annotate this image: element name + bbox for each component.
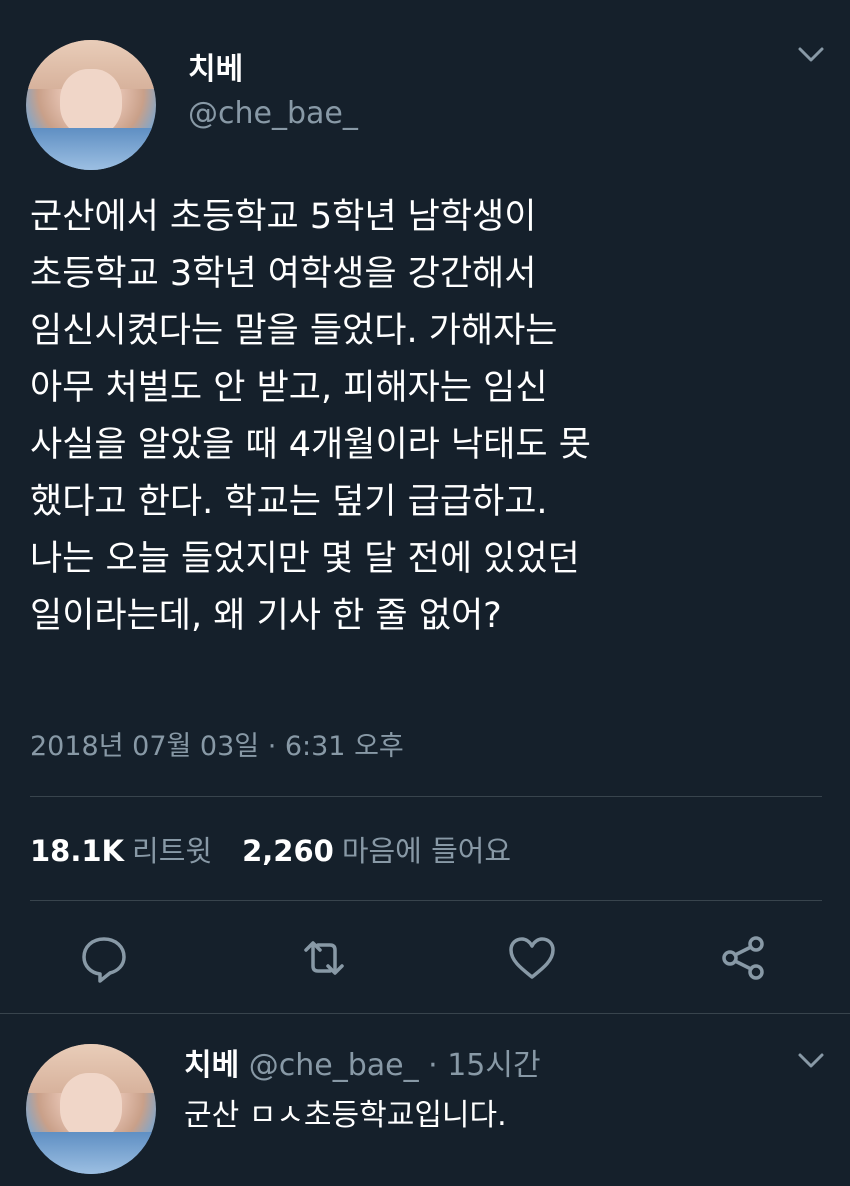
tweet-line: 군산에서 초등학교 5학년 남학생이 (30, 197, 537, 237)
divider (30, 900, 822, 901)
like-icon[interactable] (504, 930, 560, 986)
avatar[interactable] (26, 40, 156, 170)
retweets-count[interactable]: 18.1K (30, 834, 124, 868)
reply-header: 치베 @che_bae_ · 15시간 (184, 1040, 541, 1084)
retweet-icon[interactable] (296, 930, 352, 986)
tweet-line: 임신시켰다는 말을 들었다. 가해자는 (30, 311, 558, 351)
tweet-line: 했다고 한다. 학교는 덮기 급급하고. (30, 482, 548, 522)
avatar-shirt (26, 1132, 156, 1174)
avatar-shirt (26, 128, 156, 170)
likes-count[interactable]: 2,260 (242, 834, 334, 868)
reply-avatar[interactable] (26, 1044, 156, 1174)
reply-text: 군산 ㅁㅅ초등학교입니다. (184, 1098, 507, 1133)
divider (0, 1013, 850, 1014)
chevron-down-icon[interactable] (797, 42, 825, 70)
chevron-down-icon[interactable] (797, 1048, 825, 1076)
avatar-face (59, 68, 123, 137)
reply-display-name[interactable]: 치베 (184, 1048, 239, 1083)
display-name[interactable]: 치베 (188, 44, 243, 88)
tweet-stats: 18.1K 리트윗 2,260 마음에 들어요 (30, 828, 511, 870)
divider (30, 796, 822, 797)
tweet-line: 아무 처벌도 안 받고, 피해자는 임신 (30, 368, 548, 408)
share-icon[interactable] (716, 930, 772, 986)
reply-icon[interactable] (76, 930, 132, 986)
user-handle[interactable]: @che_bae_ (188, 96, 358, 131)
avatar-face (59, 1072, 123, 1141)
tweet-line: 일이라는데, 왜 기사 한 줄 없어? (30, 596, 502, 636)
tweet-timestamp: 2018년 07월 03일 · 6:31 오후 (30, 731, 404, 762)
retweets-label[interactable]: 리트윗 (132, 834, 212, 868)
tweet-text: 군산에서 초등학교 5학년 남학생이 초등학교 3학년 여학생을 강간해서 임신… (30, 189, 830, 645)
tweet-line: 초등학교 3학년 여학생을 강간해서 (30, 254, 537, 294)
likes-label[interactable]: 마음에 들어요 (342, 834, 511, 868)
reply-meta: @che_bae_ · 15시간 (248, 1048, 541, 1083)
tweet-line: 나는 오늘 들었지만 몇 달 전에 있었던 (30, 539, 580, 579)
tweet-line: 사실을 알았을 때 4개월이라 낙태도 못 (30, 425, 591, 465)
